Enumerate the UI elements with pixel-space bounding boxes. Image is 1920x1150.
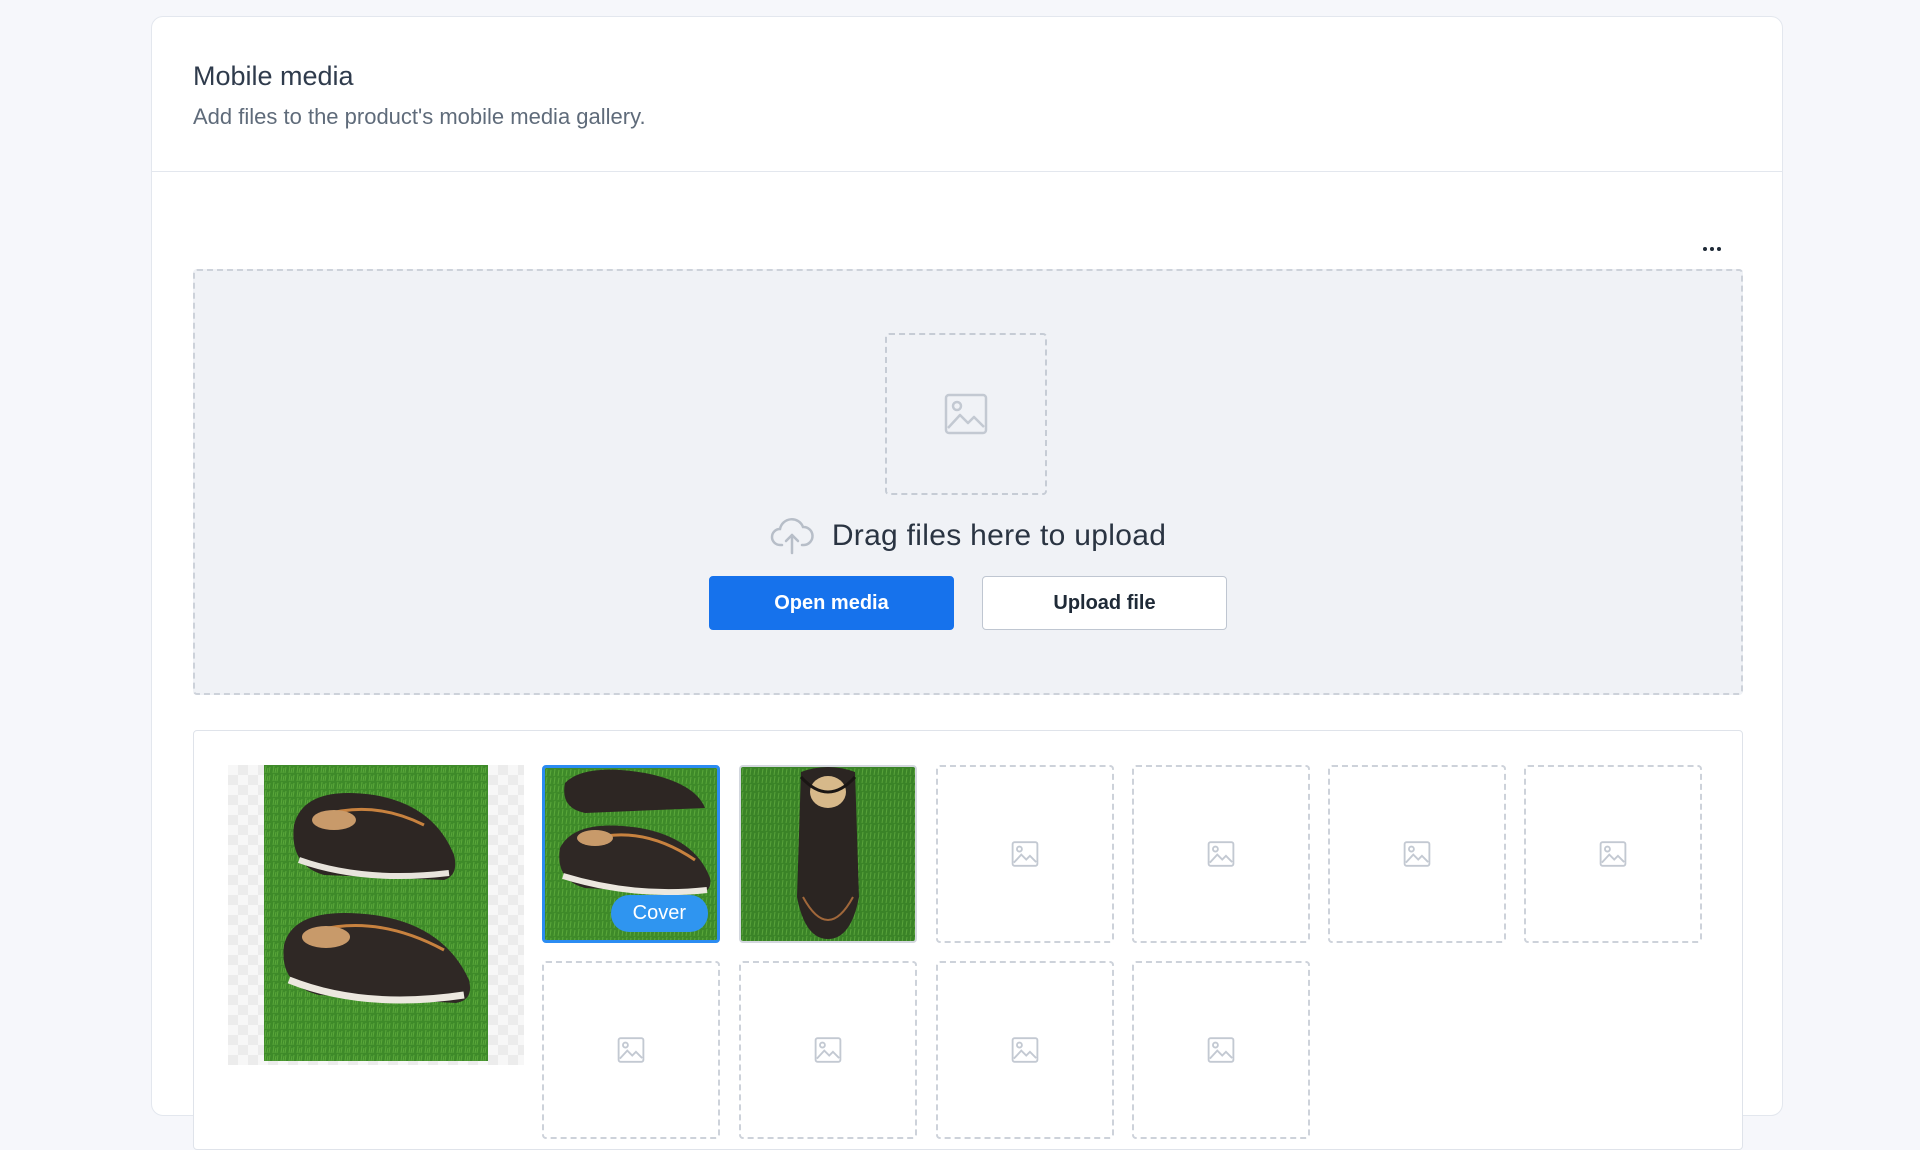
image-icon [944, 393, 988, 435]
image-icon [814, 1037, 842, 1063]
upload-dropzone[interactable]: Drag files here to upload Open media Upl… [193, 269, 1743, 695]
upload-file-button[interactable]: Upload file [982, 576, 1227, 630]
dropzone-image-placeholder [885, 333, 1047, 495]
image-icon [617, 1037, 645, 1063]
dropzone-text: Drag files here to upload [831, 519, 1167, 552]
empty-media-slot[interactable] [1132, 961, 1310, 1139]
ellipsis-icon [1703, 247, 1707, 251]
image-icon [1011, 841, 1039, 867]
section-subtitle: Add files to the product's mobile media … [193, 104, 646, 129]
empty-media-slot[interactable] [1524, 765, 1702, 943]
media-thumbnail-cover[interactable]: Cover [542, 765, 720, 943]
section-title: Mobile media [193, 61, 354, 91]
image-icon [1403, 841, 1431, 867]
cover-badge: Cover [610, 895, 708, 932]
media-gallery: Cover [193, 730, 1743, 1150]
empty-media-slot[interactable] [1328, 765, 1506, 943]
empty-media-slot[interactable] [936, 765, 1114, 943]
empty-media-slot[interactable] [542, 961, 720, 1139]
empty-media-slot[interactable] [936, 961, 1114, 1139]
image-icon [1207, 1037, 1235, 1063]
image-icon [1207, 841, 1235, 867]
more-options-button[interactable] [1692, 229, 1732, 269]
empty-media-slot[interactable] [1132, 765, 1310, 943]
dropzone-actions: Open media Upload file [195, 576, 1741, 630]
cloud-upload-icon [770, 518, 814, 555]
image-icon [1599, 841, 1627, 867]
image-icon [1011, 1037, 1039, 1063]
dropzone-message: Drag files here to upload [195, 517, 1741, 555]
preview-image [264, 765, 488, 1061]
open-media-button[interactable]: Open media [709, 576, 954, 630]
media-thumbnail[interactable] [739, 765, 917, 943]
shoe-image [741, 767, 915, 941]
mobile-media-card: Mobile media Add files to the product's … [151, 16, 1783, 1150]
empty-media-slot[interactable] [739, 961, 917, 1139]
selected-media-preview [228, 765, 524, 1065]
card-header: Mobile media Add files to the product's … [152, 17, 1782, 172]
